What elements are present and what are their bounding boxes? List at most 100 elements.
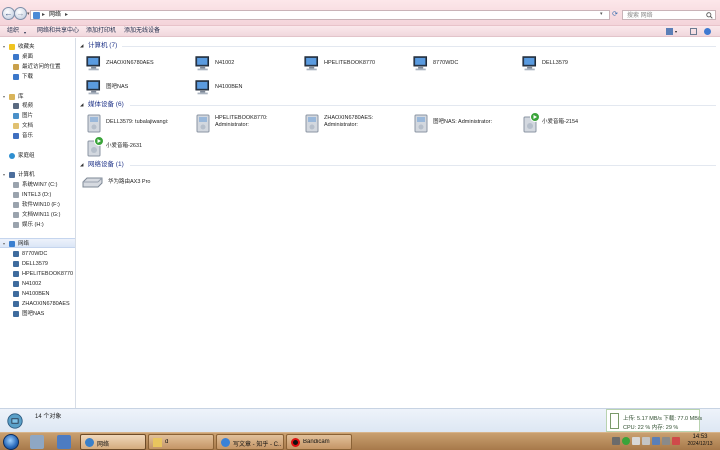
change-view-icon[interactable]	[666, 28, 673, 35]
sidebar-item-recent[interactable]: 最近访问的位置	[0, 62, 75, 72]
collapse-icon[interactable]: ▾	[3, 239, 5, 249]
organize-button[interactable]: 组织	[7, 28, 19, 35]
taskbar-window-folder[interactable]: d	[148, 434, 214, 450]
media-item[interactable]: 图吧NAS: Administrator:	[413, 112, 517, 134]
media-item[interactable]: ZHAOXIN6780AES: Administrator:	[304, 112, 408, 134]
media-device-icon	[87, 114, 101, 133]
computer-item[interactable]: DELL3579	[522, 53, 626, 75]
tray-app-icon[interactable]	[612, 437, 620, 445]
sidebar-label: 图片	[22, 113, 34, 119]
sidebar-item-network[interactable]: ▾ 网络	[0, 238, 75, 248]
collapse-icon[interactable]: ◢	[80, 162, 83, 168]
address-bar[interactable]: ▸ 网络 ▸	[30, 10, 610, 20]
tray-app-icon[interactable]	[632, 437, 640, 445]
sidebar-item-network-host[interactable]: 图吧NAS	[0, 309, 75, 319]
sidebar-item-drive-f[interactable]: 软件WIN10 (F:)	[0, 200, 75, 210]
sidebar-item-network-host[interactable]: HPELITEBOOK8770	[0, 269, 75, 279]
add-wireless-button[interactable]: 添加无线设备	[124, 28, 160, 35]
sidebar-item-network-host[interactable]: N41002	[0, 279, 75, 289]
speaker-icon	[523, 112, 540, 133]
collapse-icon[interactable]: ◢	[80, 102, 83, 108]
tray-app-icon[interactable]	[672, 437, 680, 445]
taskbar-window-browser[interactable]: 写文章 - 知乎 - C...	[216, 434, 284, 450]
sidebar-item-drive-g[interactable]: 文档WIN11 (G:)	[0, 210, 75, 220]
sidebar-item-desktop[interactable]: 桌面	[0, 52, 75, 62]
computer-icon	[13, 281, 19, 287]
folder-icon	[153, 438, 162, 447]
sidebar-label: 音乐	[22, 133, 34, 139]
help-icon[interactable]	[704, 28, 711, 35]
computer-item[interactable]: HPELITEBOOK8770	[304, 53, 408, 75]
network-icon	[85, 438, 94, 447]
breadcrumb-separator[interactable]: ▸	[65, 11, 68, 20]
sidebar-item-network-host[interactable]: N4100BEN	[0, 289, 75, 299]
sidebar-item-drive-d[interactable]: INTEL3 (D:)	[0, 190, 75, 200]
organize-dropdown-icon[interactable]: ▾	[24, 29, 26, 36]
tray-app-icon[interactable]	[622, 437, 630, 445]
network-center-button[interactable]: 网络和共享中心	[37, 28, 79, 35]
task-label: d	[165, 439, 169, 445]
address-bar-area: ← → ▾ ▸ 网络 ▸ ▾ ⟳ 搜索 网络	[0, 0, 720, 26]
sidebar-item-drive-c[interactable]: 系统WIN7 (C:)	[0, 180, 75, 190]
computer-icon	[413, 56, 428, 71]
address-dropdown-icon[interactable]: ▾	[600, 11, 603, 17]
sidebar-item-network-host[interactable]: ZHAOXIN6780AES	[0, 299, 75, 309]
sidebar-item-music[interactable]: 音乐	[0, 131, 75, 141]
sidebar-label: 计算机	[18, 172, 35, 178]
sidebar-item-favorites[interactable]: ▾ 收藏夹	[0, 42, 75, 52]
computer-item[interactable]: 图吧NAS	[86, 77, 190, 99]
desktop-icon	[13, 54, 19, 60]
sidebar-item-computer[interactable]: ▾ 计算机	[0, 170, 75, 180]
collapse-icon[interactable]: ◢	[80, 43, 83, 49]
item-label: ZHAOXIN6780AES	[106, 60, 154, 66]
volume-icon[interactable]	[662, 437, 670, 445]
pinned-app-icon[interactable]	[30, 435, 44, 449]
media-item[interactable]: 小爱音箱-2154	[522, 112, 626, 134]
media-item[interactable]: DELL3579: tubalajiwangi:	[86, 112, 190, 134]
star-icon	[9, 44, 15, 50]
sidebar-item-homegroup[interactable]: 家庭组	[0, 151, 75, 161]
sidebar-item-documents[interactable]: 文档	[0, 121, 75, 131]
start-button[interactable]	[3, 434, 19, 450]
search-icon[interactable]	[706, 12, 713, 19]
sidebar-item-videos[interactable]: 视频	[0, 101, 75, 111]
computer-icon	[195, 56, 210, 71]
sidebar-item-downloads[interactable]: 下载	[0, 72, 75, 82]
computer-item[interactable]: N4100BEN	[195, 77, 299, 99]
sidebar-item-network-host[interactable]: DELL3579	[0, 259, 75, 269]
collapse-icon[interactable]: ▾	[3, 42, 5, 52]
sidebar-item-pictures[interactable]: 图片	[0, 111, 75, 121]
clock[interactable]: 14:53 2024/12/13	[683, 433, 717, 448]
preview-pane-icon[interactable]	[690, 28, 697, 35]
item-label: 小爱音箱-2154	[542, 119, 579, 125]
add-printer-button[interactable]: 添加打印机	[86, 28, 116, 35]
sidebar-item-drive-h[interactable]: 娱乐 (H:)	[0, 220, 75, 230]
group-header-media[interactable]: ◢ 媒体设备 (6)	[80, 100, 716, 110]
pinned-app-icon[interactable]	[57, 435, 71, 449]
search-input[interactable]: 搜索 网络	[622, 10, 716, 20]
taskbar-window-network[interactable]: 网络	[80, 434, 146, 450]
computer-item[interactable]: ZHAOXIN6780AES	[86, 53, 190, 75]
computer-item[interactable]: 8770WDC	[413, 53, 517, 75]
router-item[interactable]: 华为路由AX3 Pro	[82, 174, 186, 196]
computer-item[interactable]: N41002	[195, 53, 299, 75]
breadcrumb-root-separator[interactable]: ▸	[42, 11, 45, 20]
browser-icon	[221, 438, 230, 447]
sidebar-item-network-host[interactable]: 8770WDC	[0, 249, 75, 259]
item-label: HPELITEBOOK8770	[324, 60, 376, 66]
collapse-icon[interactable]: ▾	[3, 170, 5, 180]
forward-button[interactable]: →	[14, 7, 27, 20]
media-item[interactable]: 小爱音箱-2631	[86, 136, 190, 158]
sidebar-label: 8770WDC	[22, 251, 48, 257]
media-item[interactable]: HPELITEBOOK8770: Administrator:	[195, 112, 299, 134]
breadcrumb-network[interactable]: 网络	[49, 11, 61, 20]
sidebar-label: 网络	[18, 241, 30, 247]
group-header-computers[interactable]: ◢ 计算机 (7)	[80, 41, 716, 51]
view-dropdown-icon[interactable]: ▾	[675, 28, 682, 35]
media-device-icon	[305, 114, 319, 133]
tray-app-icon[interactable]	[642, 437, 650, 445]
refresh-icon[interactable]: ⟳	[610, 10, 620, 20]
group-header-network-infra[interactable]: ◢ 网络设备 (1)	[80, 160, 716, 170]
network-status-icon[interactable]	[652, 437, 660, 445]
taskbar-window-bandicam[interactable]: Bandicam	[286, 434, 352, 450]
